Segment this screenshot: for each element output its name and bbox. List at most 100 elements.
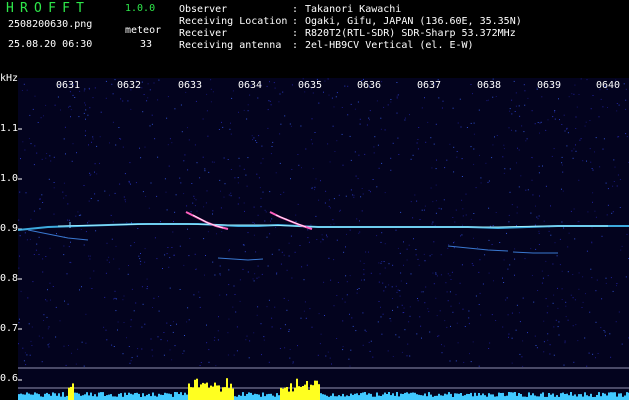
noise-speck [130, 108, 132, 110]
level-bar [182, 395, 184, 400]
noise-speck [85, 342, 87, 344]
noise-speck [230, 122, 231, 124]
level-bar [68, 387, 70, 400]
noise-speck [135, 182, 137, 184]
noise-speck [545, 260, 547, 262]
noise-speck [291, 169, 293, 170]
noise-speck [509, 168, 511, 170]
noise-speck [314, 189, 315, 191]
noise-speck [85, 313, 87, 315]
noise-speck [473, 237, 474, 239]
noise-speck [423, 209, 425, 211]
noise-speck [188, 139, 190, 141]
noise-speck [412, 217, 414, 219]
noise-speck [218, 129, 220, 130]
level-bar [472, 396, 474, 400]
noise-speck [48, 326, 50, 328]
noise-speck [397, 306, 399, 308]
level-bar [212, 386, 214, 400]
noise-speck [36, 243, 38, 245]
x-tick-label: 0633 [178, 80, 203, 91]
noise-speck [556, 255, 558, 257]
noise-speck [173, 254, 175, 256]
noise-speck [279, 162, 281, 164]
noise-speck [553, 326, 555, 328]
level-bar [290, 383, 292, 400]
noise-speck [368, 189, 370, 191]
noise-speck [34, 95, 36, 97]
noise-speck [118, 268, 120, 270]
noise-speck [117, 329, 118, 331]
noise-speck [303, 279, 305, 281]
meteor-count: 33 [140, 39, 153, 50]
noise-speck [351, 317, 353, 319]
noise-speck [388, 284, 390, 286]
noise-speck [564, 130, 566, 132]
noise-speck [459, 282, 461, 284]
noise-speck [222, 126, 224, 128]
noise-speck [527, 97, 529, 99]
noise-speck [509, 264, 511, 266]
level-bar [58, 393, 60, 400]
noise-speck [174, 211, 176, 213]
noise-speck [514, 274, 515, 276]
noise-speck [531, 110, 533, 112]
noise-speck [42, 271, 44, 273]
noise-speck [525, 140, 527, 142]
noise-speck [461, 158, 463, 160]
y-axis-unit: kHz [0, 73, 19, 84]
noise-speck [605, 282, 607, 284]
noise-speck [616, 110, 618, 112]
secondary-trace [512, 251, 558, 254]
level-bar [20, 393, 22, 400]
noise-speck [472, 93, 473, 95]
noise-speck [283, 191, 285, 193]
noise-speck [217, 339, 219, 341]
level-bar [248, 392, 250, 400]
noise-speck [18, 343, 19, 345]
noise-speck [530, 248, 532, 250]
level-bar [114, 396, 116, 400]
noise-speck [562, 190, 564, 192]
noise-speck [99, 136, 101, 138]
noise-speck [92, 136, 94, 138]
noise-speck [399, 290, 401, 292]
noise-speck [446, 159, 448, 161]
level-bar [164, 392, 166, 400]
level-bar [74, 392, 76, 400]
noise-speck [534, 224, 536, 226]
noise-speck [565, 305, 567, 307]
noise-speck [480, 177, 482, 179]
level-bar [166, 393, 168, 400]
noise-speck [591, 227, 593, 229]
noise-speck [538, 165, 540, 167]
noise-speck [531, 157, 533, 159]
noise-speck [511, 337, 513, 339]
noise-speck [572, 297, 574, 299]
noise-speck [447, 300, 449, 302]
noise-speck [600, 98, 602, 100]
noise-speck [63, 138, 65, 140]
noise-speck [267, 127, 269, 129]
noise-speck [47, 344, 49, 346]
noise-speck [318, 313, 320, 315]
noise-speck [562, 171, 564, 173]
level-bar [38, 394, 40, 400]
noise-speck [63, 245, 65, 247]
noise-speck [373, 152, 375, 154]
noise-speck [376, 100, 378, 102]
noise-speck [141, 348, 143, 350]
noise-speck [616, 103, 618, 104]
noise-speck [85, 104, 86, 106]
level-bar [132, 394, 134, 400]
noise-speck [324, 80, 326, 82]
level-bar [24, 394, 26, 400]
noise-speck [23, 83, 25, 85]
level-bar [40, 396, 42, 400]
noise-speck [210, 88, 212, 90]
noise-speck [449, 143, 451, 145]
noise-speck [492, 225, 494, 227]
noise-speck [311, 326, 313, 328]
noise-speck [488, 207, 490, 209]
noise-speck [377, 321, 379, 323]
